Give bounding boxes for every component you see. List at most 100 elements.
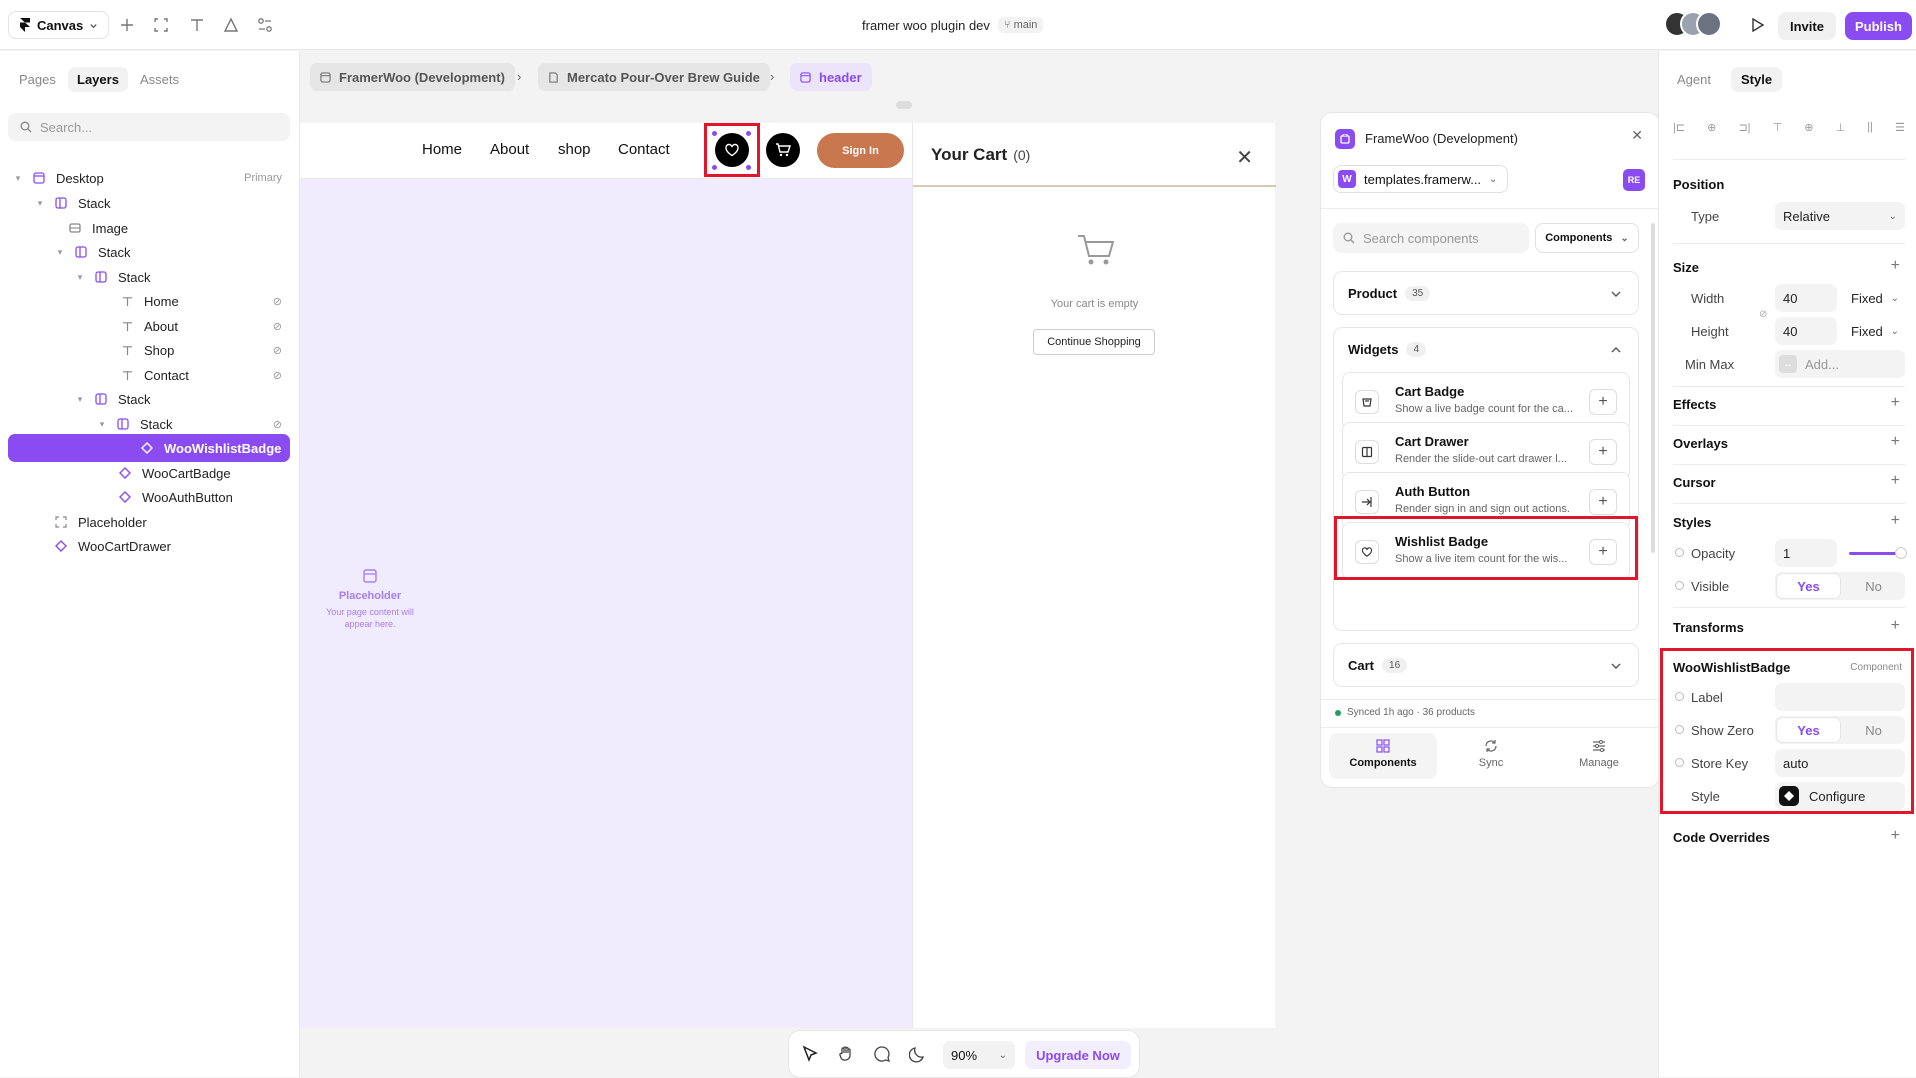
add-icon[interactable]: + [1891, 394, 1900, 412]
add-icon[interactable] [116, 14, 138, 36]
group-product[interactable]: Product 35 [1333, 271, 1639, 315]
text-tool-icon[interactable] [186, 14, 208, 36]
add-icon[interactable]: + [1891, 617, 1900, 635]
insert-tool-icon[interactable] [254, 14, 276, 36]
tab-assets[interactable]: Assets [131, 67, 188, 92]
chevron-down-icon[interactable]: ▾ [74, 394, 86, 405]
tab-components[interactable]: Components [1329, 733, 1437, 779]
tab-manage[interactable]: Manage [1545, 739, 1653, 769]
nav-link-about[interactable]: About [490, 141, 529, 158]
layer-row[interactable]: ▾ Desktop Primary [8, 164, 290, 192]
pointer-icon[interactable] [801, 1045, 819, 1063]
desktop-frame[interactable]: Home About shop Contact Sign In Placehol… [300, 123, 1276, 1028]
cart-drawer[interactable]: Your Cart (0) ✕ Your cart is empty Contin… [912, 123, 1276, 1028]
component-filter-dropdown[interactable]: Components ⌄ [1535, 223, 1639, 253]
chevron-down-icon[interactable]: ▾ [74, 272, 86, 283]
chevron-down-icon[interactable]: ▾ [96, 419, 108, 430]
breadcrumb-item[interactable]: Mercato Pour-Over Brew Guide [538, 63, 770, 91]
align-center-v-icon[interactable]: ⊕ [1804, 121, 1813, 141]
framewoo-plugin-panel[interactable]: FrameWoo (Development) ✕ W templates.fra… [1320, 112, 1660, 788]
chevron-down-icon[interactable]: ▾ [54, 247, 66, 258]
height-input[interactable]: 40 [1775, 317, 1837, 345]
width-mode-select[interactable]: Fixed ⌄ [1843, 284, 1905, 312]
layer-row[interactable]: Shop ⊘ [8, 336, 290, 364]
tab-style[interactable]: Style [1731, 67, 1783, 92]
layer-row-selected[interactable]: WooWishlistBadge [8, 434, 290, 462]
scrollbar[interactable] [1651, 223, 1655, 553]
tab-sync[interactable]: Sync [1437, 739, 1545, 769]
canvas-menu-button[interactable]: Canvas [8, 11, 110, 39]
visible-toggle[interactable]: Yes No [1775, 572, 1905, 600]
close-icon[interactable]: ✕ [1236, 145, 1253, 170]
align-bottom-icon[interactable]: ⊥ [1836, 121, 1846, 141]
add-icon[interactable]: + [1891, 433, 1900, 451]
site-selector[interactable]: W templates.framerw... ⌄ [1333, 165, 1509, 193]
close-icon[interactable]: ✕ [1631, 127, 1643, 144]
align-left-icon[interactable]: |⊏ [1673, 121, 1685, 141]
publish-button[interactable]: Publish [1845, 12, 1912, 40]
layer-row[interactable]: WooCartDrawer [8, 532, 290, 560]
comment-icon[interactable] [873, 1045, 891, 1063]
chevron-down-icon[interactable]: ▾ [34, 198, 46, 209]
frame-resize-handle[interactable] [896, 101, 912, 109]
slider-thumb[interactable] [1895, 547, 1907, 559]
opacity-slider[interactable] [1849, 552, 1901, 555]
project-title[interactable]: framer woo plugin dev ⑂ main [862, 17, 1044, 33]
hand-icon[interactable] [837, 1045, 855, 1063]
zoom-dropdown[interactable]: 90% ⌄ [943, 1041, 1015, 1069]
continue-shopping-button[interactable]: Continue Shopping [1033, 329, 1155, 355]
align-center-h-icon[interactable]: ⊕ [1707, 121, 1716, 141]
tab-layers[interactable]: Layers [68, 67, 128, 92]
layers-search-input[interactable]: Search... [8, 113, 290, 141]
branch-badge[interactable]: ⑂ main [997, 17, 1044, 33]
layer-row[interactable]: ▾ Stack [8, 238, 290, 266]
nav-link-contact[interactable]: Contact [618, 141, 670, 158]
user-avatar[interactable]: RE [1623, 169, 1645, 191]
chevron-up-icon[interactable] [1610, 344, 1622, 356]
distribute-h-icon[interactable]: || [1867, 121, 1873, 141]
vector-tool-icon[interactable] [220, 14, 242, 36]
nav-link-shop[interactable]: shop [558, 141, 591, 158]
sign-in-button[interactable]: Sign In [817, 133, 904, 168]
chevron-down-icon[interactable]: ▾ [12, 173, 24, 184]
moon-icon[interactable] [909, 1045, 927, 1063]
breadcrumb-item[interactable]: FramerWoo (Development) [310, 63, 515, 91]
layer-row[interactable]: Home ⊘ [8, 287, 290, 315]
upgrade-now-button[interactable]: Upgrade Now [1025, 1041, 1131, 1069]
add-icon[interactable]: + [1891, 512, 1900, 530]
breadcrumb-item-active[interactable]: header [790, 63, 872, 91]
invite-button[interactable]: Invite [1778, 12, 1836, 40]
align-top-icon[interactable]: ⊤ [1773, 121, 1783, 141]
tab-agent[interactable]: Agent [1667, 67, 1721, 92]
collaborator-avatar[interactable] [1696, 11, 1722, 37]
components-search-input[interactable]: Search components [1333, 223, 1529, 253]
nav-link-home[interactable]: Home [422, 141, 462, 158]
preview-play-icon[interactable] [1746, 14, 1768, 36]
link-icon[interactable]: ⊘ [1759, 309, 1767, 320]
distribute-v-icon[interactable]: ☰ [1895, 121, 1905, 141]
align-right-icon[interactable]: ⊐| [1738, 121, 1750, 141]
layer-row[interactable]: ▾ Stack [8, 385, 290, 413]
opacity-input[interactable]: 1 [1775, 539, 1837, 567]
cart-badge-button[interactable] [766, 133, 800, 167]
add-icon[interactable]: + [1891, 827, 1900, 845]
layer-row[interactable]: WooAuthButton [8, 483, 290, 511]
variable-dot-icon[interactable] [1675, 581, 1684, 590]
chevron-down-icon[interactable] [1610, 288, 1622, 300]
add-widget-button[interactable]: + [1589, 389, 1617, 415]
chevron-down-icon[interactable] [1610, 660, 1622, 672]
add-widget-button[interactable]: + [1589, 439, 1617, 465]
visible-yes[interactable]: Yes [1777, 574, 1840, 598]
layer-row[interactable]: ▾ Stack [8, 189, 290, 217]
header-navbar[interactable]: Home About shop Contact Sign In [300, 123, 912, 179]
add-icon[interactable]: + [1891, 472, 1900, 490]
add-widget-button[interactable]: + [1589, 489, 1617, 515]
frame-tool-icon[interactable] [150, 14, 172, 36]
tab-pages[interactable]: Pages [10, 67, 65, 92]
group-cart[interactable]: Cart 16 [1333, 643, 1639, 687]
group-widgets[interactable]: Widgets 4 Cart Badge Show a live badge co… [1333, 327, 1639, 631]
variable-dot-icon[interactable] [1675, 548, 1684, 557]
placeholder-block[interactable]: Placeholder Your page content will appea… [320, 568, 420, 630]
visible-no[interactable]: No [1842, 572, 1905, 600]
width-input[interactable]: 40 [1775, 284, 1837, 312]
